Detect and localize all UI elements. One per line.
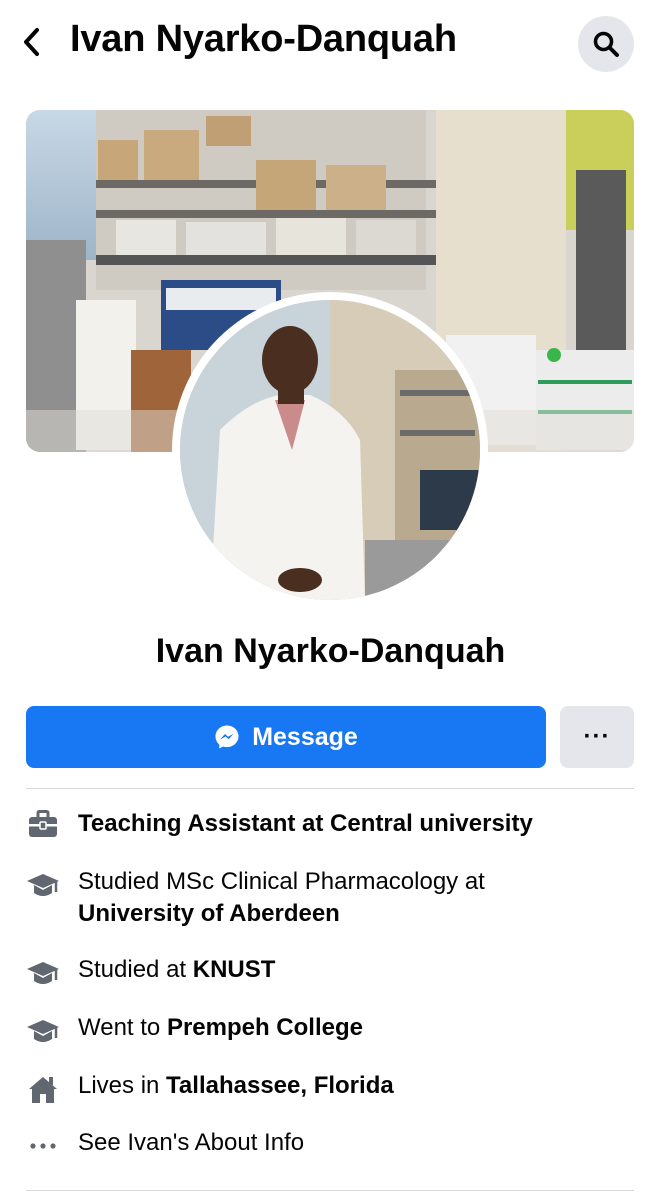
education-prempeh-place[interactable]: Prempeh College bbox=[167, 1014, 363, 1041]
graduation-cap-icon bbox=[27, 874, 59, 896]
page-title: Ivan Nyarko-Danquah bbox=[70, 18, 457, 60]
education-prempeh-prefix: Went to bbox=[78, 1014, 161, 1041]
chevron-left-icon bbox=[24, 28, 39, 56]
education-msc-place[interactable]: University of Aberdeen bbox=[78, 900, 340, 927]
more-dots-icon bbox=[30, 1143, 56, 1149]
briefcase-icon bbox=[29, 810, 57, 837]
residence-place[interactable]: Tallahassee, Florida bbox=[166, 1072, 394, 1099]
message-button-label: Message bbox=[252, 722, 358, 751]
home-icon bbox=[29, 1077, 57, 1103]
divider bbox=[26, 1190, 634, 1191]
profile-picture[interactable] bbox=[180, 300, 480, 600]
search-button[interactable] bbox=[578, 16, 634, 72]
residence-prefix: Lives in bbox=[78, 1072, 160, 1099]
top-bar: Ivan Nyarko-Danquah bbox=[0, 0, 661, 88]
work-text: Teaching Assistant at Central university bbox=[78, 810, 533, 837]
search-icon bbox=[593, 31, 619, 57]
education-knust-prefix: Studied at bbox=[78, 956, 187, 983]
education-knust-place[interactable]: KNUST bbox=[193, 956, 276, 983]
about-info-text: See Ivan's About Info bbox=[78, 1129, 305, 1156]
more-options-button[interactable]: ··· bbox=[560, 706, 634, 768]
back-button[interactable] bbox=[14, 22, 50, 62]
divider bbox=[26, 788, 634, 789]
education-msc-prefix: Studied MSc Clinical Pharmacology at bbox=[78, 868, 485, 895]
graduation-cap-icon bbox=[27, 962, 59, 984]
messenger-icon bbox=[215, 725, 239, 749]
message-button[interactable]: Message bbox=[26, 706, 546, 768]
profile-name: Ivan Nyarko-Danquah bbox=[155, 632, 506, 670]
graduation-cap-icon bbox=[27, 1020, 59, 1042]
